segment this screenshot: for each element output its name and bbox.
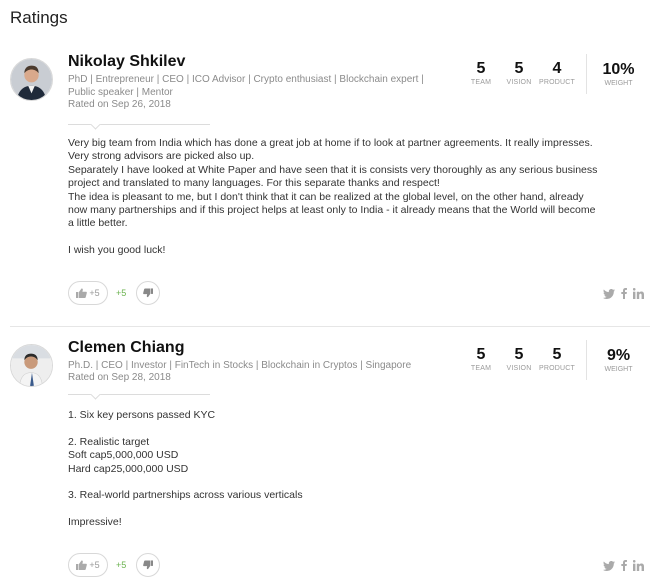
facebook-icon[interactable] xyxy=(621,286,627,304)
score-product-label: PRODUCT xyxy=(538,79,575,86)
score-product: 4 PRODUCT xyxy=(538,60,576,86)
page-title: Ratings xyxy=(10,8,68,27)
like-count: +5 xyxy=(89,288,100,298)
linkedin-icon[interactable] xyxy=(632,558,644,576)
score-vision: 5 VISION xyxy=(500,346,538,372)
facebook-icon[interactable] xyxy=(621,558,627,576)
vote-actions: +5 +5 xyxy=(68,281,161,305)
vote-actions: +5 +5 xyxy=(68,553,161,577)
dislike-button[interactable] xyxy=(136,281,161,305)
review-text: 1. Six key persons passed KYC 2. Realist… xyxy=(68,409,648,530)
score-weight-value: 9% xyxy=(606,347,631,364)
review-line: 1. Six key persons passed KYC xyxy=(68,409,216,421)
score-product-label: PRODUCT xyxy=(538,365,575,372)
score-vision-value: 5 xyxy=(514,346,524,363)
score-vision: 5 VISION xyxy=(500,60,538,86)
score-team-value: 5 xyxy=(476,346,486,363)
twitter-icon[interactable] xyxy=(603,558,615,576)
score-team-label: TEAM xyxy=(470,79,492,86)
score-weight: 9% WEIGHT xyxy=(586,340,650,380)
review-line: Soft cap5,000,000 USD xyxy=(68,449,179,462)
thumbs-up-icon xyxy=(76,560,88,570)
avatar[interactable] xyxy=(10,58,53,101)
comment-pointer xyxy=(68,124,210,125)
score-product: 5 PRODUCT xyxy=(538,346,576,372)
reviewer-titles: PhD | Entrepreneur | CEO | ICO Advisor |… xyxy=(68,74,424,98)
score-vision-label: VISION xyxy=(506,79,532,86)
review-line: Separately I have looked at White Paper … xyxy=(68,163,598,176)
like-button[interactable]: +5 xyxy=(68,281,108,305)
net-score: +5 xyxy=(116,560,127,570)
score-weight: 10% WEIGHT xyxy=(586,54,650,94)
linkedin-icon[interactable] xyxy=(632,286,644,304)
share-links xyxy=(603,558,644,576)
review-line: now many partnerships and if this projec… xyxy=(68,204,596,217)
reviewer-name[interactable]: Nikolay Shkilev xyxy=(68,53,185,71)
score-team-label: TEAM xyxy=(470,365,492,372)
like-count: +5 xyxy=(89,560,100,570)
reviewer-titles: Ph.D. | CEO | Investor | FinTech in Stoc… xyxy=(68,360,412,371)
score-weight-value: 10% xyxy=(602,61,635,78)
score-team: 5 TEAM xyxy=(462,346,500,372)
review-line: Hard cap25,000,000 USD xyxy=(68,462,189,475)
review-line: I wish you good luck! xyxy=(68,244,166,257)
share-links xyxy=(603,286,644,304)
score-team: 5 TEAM xyxy=(462,60,500,86)
dislike-button[interactable] xyxy=(136,553,161,577)
thumbs-down-icon xyxy=(143,560,154,570)
score-weight-label: WEIGHT xyxy=(604,366,633,373)
review-line: 2. Realistic target xyxy=(68,435,150,448)
score-product-value: 4 xyxy=(552,60,562,77)
review-line: Very big team from India which has done … xyxy=(68,137,593,149)
review-separator xyxy=(10,326,650,327)
score-group: 5 TEAM 5 VISION 5 PRODUCT xyxy=(462,346,576,372)
score-weight-label: WEIGHT xyxy=(604,80,633,87)
review-line: The idea is pleasant to me, but I don't … xyxy=(68,190,584,203)
review-line: 3. Real-world partnerships across variou… xyxy=(68,489,303,502)
thumbs-up-icon xyxy=(76,288,88,298)
review-line: Very strong advisors are picked also up. xyxy=(68,150,255,163)
review-line: a little better. xyxy=(68,217,128,230)
reviewer-name[interactable]: Clemen Chiang xyxy=(68,339,184,357)
rated-date: Rated on Sep 28, 2018 xyxy=(68,372,171,383)
rated-date: Rated on Sep 26, 2018 xyxy=(68,99,171,110)
avatar[interactable] xyxy=(10,344,53,387)
comment-pointer xyxy=(68,394,210,395)
thumbs-down-icon xyxy=(143,288,154,298)
like-button[interactable]: +5 xyxy=(68,553,108,577)
score-vision-label: VISION xyxy=(506,365,532,372)
score-team-value: 5 xyxy=(476,60,486,77)
twitter-icon[interactable] xyxy=(603,286,615,304)
review-line: project and translated to many languages… xyxy=(68,177,440,190)
score-vision-value: 5 xyxy=(514,60,524,77)
score-product-value: 5 xyxy=(552,346,562,363)
score-group: 5 TEAM 5 VISION 4 PRODUCT xyxy=(462,60,576,86)
review-line: Impressive! xyxy=(68,516,122,529)
net-score: +5 xyxy=(116,288,127,298)
review-text: Very big team from India which has done … xyxy=(68,137,648,258)
